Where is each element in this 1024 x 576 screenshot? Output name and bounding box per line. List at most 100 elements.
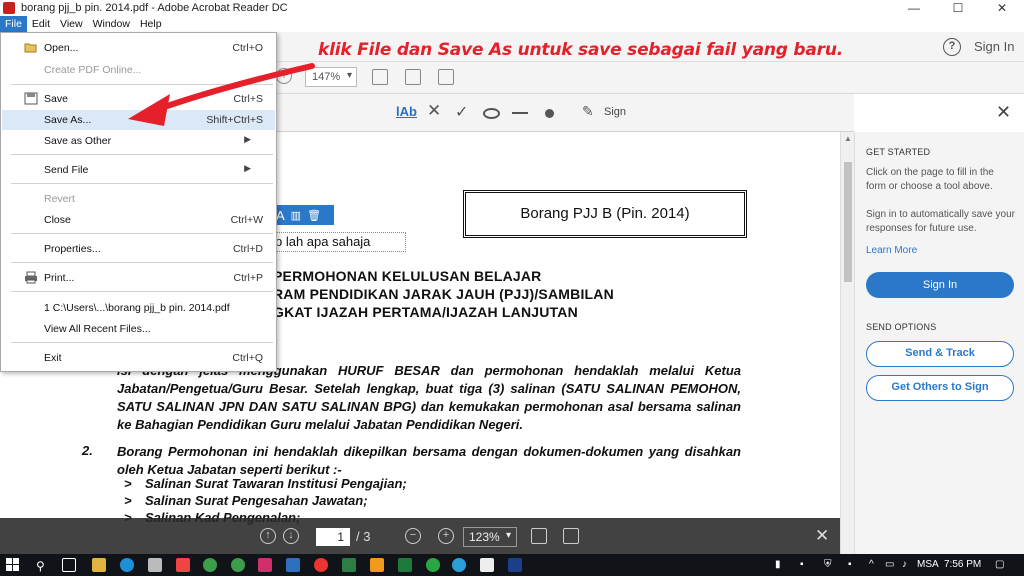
submenu-arrow-icon: ▶: [244, 163, 251, 173]
photoshop-icon[interactable]: [508, 558, 522, 572]
window-title: borang pjj_b pin. 2014.pdf - Adobe Acrob…: [21, 2, 288, 14]
menu-separator: [11, 262, 273, 263]
volume-icon[interactable]: ♪: [902, 559, 907, 570]
bullet-marker: >: [124, 493, 132, 508]
menu-item-save-as-other[interactable]: Save as Other ▶: [2, 131, 275, 151]
app-icon[interactable]: [258, 558, 272, 572]
app-icon[interactable]: [148, 558, 162, 572]
learn-more-link[interactable]: Learn More: [866, 245, 917, 256]
minimize-button[interactable]: —: [892, 0, 936, 16]
menu-edit[interactable]: Edit: [27, 16, 55, 32]
language-indicator[interactable]: MSA: [917, 559, 939, 570]
network-icon[interactable]: ▮: [775, 559, 781, 570]
comb-icon[interactable]: ▥: [291, 209, 301, 222]
menu-item-recent-file-1[interactable]: 1 C:\Users\...\borang pjj_b pin. 2014.pd…: [2, 298, 275, 318]
menu-item-close[interactable]: Close Ctrl+W: [2, 210, 275, 230]
vertical-scrollbar[interactable]: ▲: [840, 132, 854, 554]
item-number-2: 2.: [82, 443, 93, 458]
task-view-icon[interactable]: [62, 558, 76, 572]
ellipse-tool-icon[interactable]: [483, 108, 500, 119]
font-size-icon[interactable]: A: [276, 208, 285, 223]
search-icon[interactable]: ⚲: [36, 559, 45, 573]
battery-icon[interactable]: ▭: [885, 559, 894, 570]
get-others-to-sign-button[interactable]: Get Others to Sign: [866, 375, 1014, 401]
rotate-icon[interactable]: [405, 69, 421, 85]
notifications-icon[interactable]: ▢: [995, 559, 1004, 570]
get-started-text: Click on the page to fill in the form or…: [866, 167, 994, 192]
menu-view[interactable]: View: [55, 16, 88, 32]
fit-page-bottom-icon[interactable]: [563, 528, 579, 544]
menu-item-open[interactable]: Open... Ctrl+O: [2, 38, 275, 58]
whatsapp-icon[interactable]: [426, 558, 440, 572]
menu-item-send-file[interactable]: Send File ▶: [2, 160, 275, 180]
app-icon[interactable]: [176, 558, 190, 572]
dot-tool-icon[interactable]: [545, 109, 554, 118]
outlook-icon[interactable]: [286, 558, 300, 572]
clock[interactable]: 7:56 PM: [944, 559, 981, 570]
file-menu: Open... Ctrl+O Create PDF Online... Save C…: [0, 32, 277, 372]
maximize-button[interactable]: ☐: [936, 0, 980, 16]
menu-file[interactable]: File: [0, 16, 27, 32]
menu-item-print[interactable]: Print... Ctrl+P: [2, 268, 275, 288]
sign-in-info-text: Sign in to automatically save your respo…: [866, 209, 1015, 234]
next-page-icon[interactable]: ↓: [283, 528, 299, 544]
zoom-in-icon[interactable]: +: [276, 68, 292, 84]
chrome-icon[interactable]: [203, 558, 217, 572]
menu-item-revert: Revert: [44, 193, 75, 205]
file-explorer-icon[interactable]: [92, 558, 106, 572]
pen-icon[interactable]: ✎: [582, 103, 594, 120]
sign-tool[interactable]: Sign: [604, 106, 626, 118]
current-page-input[interactable]: 1: [316, 528, 350, 546]
app-icon[interactable]: [342, 558, 356, 572]
windows-taskbar: ⚲ ▮ ▪ ⛨ ▪ ^ ▭ ♪ MSA 7:56 PM ▢: [0, 554, 1024, 576]
line-tool-icon[interactable]: [512, 112, 528, 114]
menu-item-save-as[interactable]: Save As... Shift+Ctrl+S: [2, 110, 275, 130]
menu-item-view-all-recent[interactable]: View All Recent Files...: [2, 319, 275, 339]
close-page-nav-icon[interactable]: ✕: [815, 526, 829, 546]
fit-page-icon[interactable]: [372, 69, 388, 85]
document-icon[interactable]: [480, 558, 494, 572]
chevron-up-icon[interactable]: ^: [869, 559, 874, 570]
previous-page-icon[interactable]: ↑: [260, 528, 276, 544]
menu-item-save[interactable]: Save Ctrl+S: [2, 89, 275, 109]
scroll-mode-icon[interactable]: [438, 69, 454, 85]
sign-in-button[interactable]: Sign In: [866, 272, 1014, 298]
check-mark-tool[interactable]: ✓: [455, 102, 468, 122]
chrome-icon[interactable]: [231, 558, 245, 572]
zoom-level-select[interactable]: 123%: [463, 527, 517, 547]
zoom-in-bottom-icon[interactable]: +: [438, 528, 454, 544]
bullet-item: Salinan Surat Tawaran Institusi Pengajia…: [145, 476, 407, 491]
fit-width-icon[interactable]: [531, 528, 547, 544]
close-window-button[interactable]: ✕: [980, 0, 1024, 16]
vlc-icon[interactable]: [370, 558, 384, 572]
tray-icon[interactable]: ▪: [848, 559, 852, 570]
windows-start-icon[interactable]: [6, 558, 20, 572]
menu-separator: [11, 154, 273, 155]
menu-separator: [11, 291, 273, 292]
help-icon[interactable]: ?: [943, 38, 961, 56]
delete-icon[interactable]: 🗑: [307, 209, 321, 222]
menu-item-exit[interactable]: Exit Ctrl+Q: [2, 348, 275, 368]
tray-icon[interactable]: ▪: [800, 559, 804, 570]
send-track-button[interactable]: Send & Track: [866, 341, 1014, 367]
app-icon[interactable]: [398, 558, 412, 572]
send-options-heading: SEND OPTIONS: [866, 322, 937, 332]
telegram-icon[interactable]: [452, 558, 466, 572]
scroll-up-icon[interactable]: ▲: [844, 134, 852, 143]
menu-window[interactable]: Window: [88, 16, 135, 32]
cross-mark-tool[interactable]: ✕: [427, 101, 441, 121]
scroll-thumb[interactable]: [844, 162, 852, 282]
edge-icon[interactable]: [120, 558, 134, 572]
shield-icon[interactable]: ⛨: [824, 559, 832, 570]
add-text-tool[interactable]: lAb: [396, 104, 417, 119]
sign-in-link[interactable]: Sign In: [974, 39, 1014, 54]
form-text-field[interactable]: p lah apa sahaja: [272, 232, 406, 252]
page-navigation-bar: ↑ ↓ 1 / 3 − + 123% ✕: [0, 518, 840, 554]
total-pages: / 3: [356, 529, 371, 544]
zoom-select[interactable]: 147%: [305, 67, 357, 87]
menu-help[interactable]: Help: [135, 16, 167, 32]
menu-item-properties[interactable]: Properties... Ctrl+D: [2, 239, 275, 259]
zoom-out-icon[interactable]: −: [405, 528, 421, 544]
opera-icon[interactable]: [314, 558, 328, 572]
close-fill-sign-button[interactable]: ✕: [996, 102, 1011, 123]
